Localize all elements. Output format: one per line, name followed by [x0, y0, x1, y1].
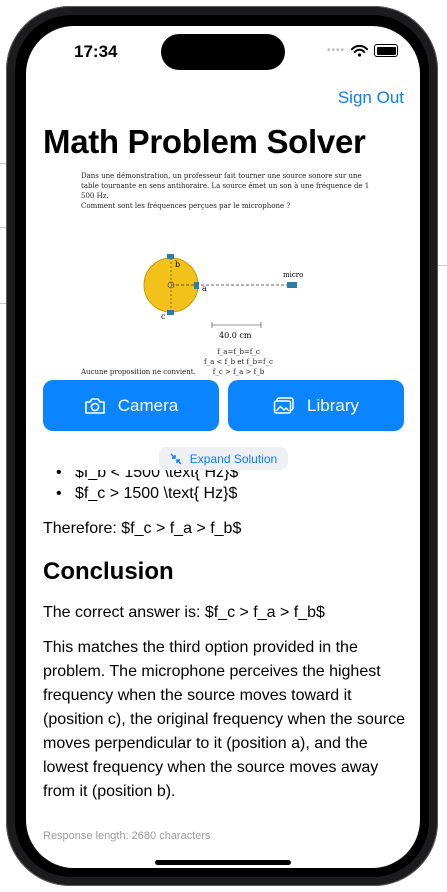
problem-text-line: table tournante en sens antihoraire. La …	[81, 182, 370, 190]
conclusion-heading: Conclusion	[43, 558, 174, 585]
photo-library-icon	[273, 396, 294, 414]
status-icons: ••••	[327, 44, 398, 57]
cellular-signal-icon: ••••	[326, 45, 345, 56]
answer-option: f_a < f_b et f_b=f_c	[204, 358, 274, 366]
response-length: Response length: 2680 characters	[43, 830, 211, 842]
camera-button[interactable]: Camera	[43, 380, 219, 431]
answer-text: The correct answer is: $f_c > f_a > f_b$	[43, 604, 325, 621]
distance-label: 40.0 cm	[219, 331, 252, 340]
label-micro: micro	[283, 271, 303, 279]
problem-question: Comment sont les fréquences perçues par …	[81, 202, 291, 210]
camera-button-label: Camera	[117, 395, 179, 415]
turntable-diagram: b a c micro 40.0 cm	[143, 254, 303, 340]
problem-image: Dans une démonstration, un professeur fa…	[81, 171, 371, 376]
page-title: Math Problem Solver	[43, 123, 366, 160]
solution-bullet: $f_c > 1500 \text{ Hz}$	[43, 483, 405, 504]
answer-option: f_c > f_a > f_b	[212, 368, 265, 376]
dynamic-island	[161, 34, 285, 70]
guide-tick	[437, 265, 447, 266]
solution-content: $f_b < 1500 \text{ Hz}$ $f_c > 1500 \tex…	[43, 470, 405, 835]
expand-solution-label: Expand Solution	[189, 451, 278, 466]
app-screen: 17:34 •••• Sign Out Math Problem Solver …	[26, 26, 420, 868]
answer-options: f_a=f_b=f_c f_a < f_b et f_b=f_c f_c > f…	[204, 347, 273, 377]
solution-bullet: $f_b < 1500 \text{ Hz}$	[43, 470, 405, 483]
label-c: c	[161, 312, 166, 321]
label-a: a	[202, 284, 207, 293]
problem-text-line: 500 Hz.	[81, 192, 109, 200]
explanation-text: This matches the third option provided i…	[43, 639, 405, 800]
library-button[interactable]: Library	[228, 380, 404, 431]
therefore-text: Therefore: $f_c > f_a > f_b$	[43, 520, 242, 537]
label-b: b	[175, 260, 180, 269]
wifi-icon	[351, 44, 368, 57]
expand-solution-button[interactable]: Expand Solution	[159, 447, 288, 470]
sign-out-button[interactable]: Sign Out	[338, 88, 404, 108]
problem-footer-text: Aucune proposition ne convient.	[81, 368, 196, 376]
problem-text-line: Dans une démonstration, un professeur fa…	[81, 172, 362, 180]
home-indicator[interactable]	[155, 860, 291, 865]
library-button-label: Library	[307, 395, 359, 415]
answer-option: f_a=f_b=f_c	[217, 348, 260, 356]
expand-arrows-icon	[170, 453, 182, 464]
status-time: 17:34	[74, 42, 118, 61]
battery-icon	[374, 44, 398, 57]
camera-icon	[84, 397, 105, 414]
